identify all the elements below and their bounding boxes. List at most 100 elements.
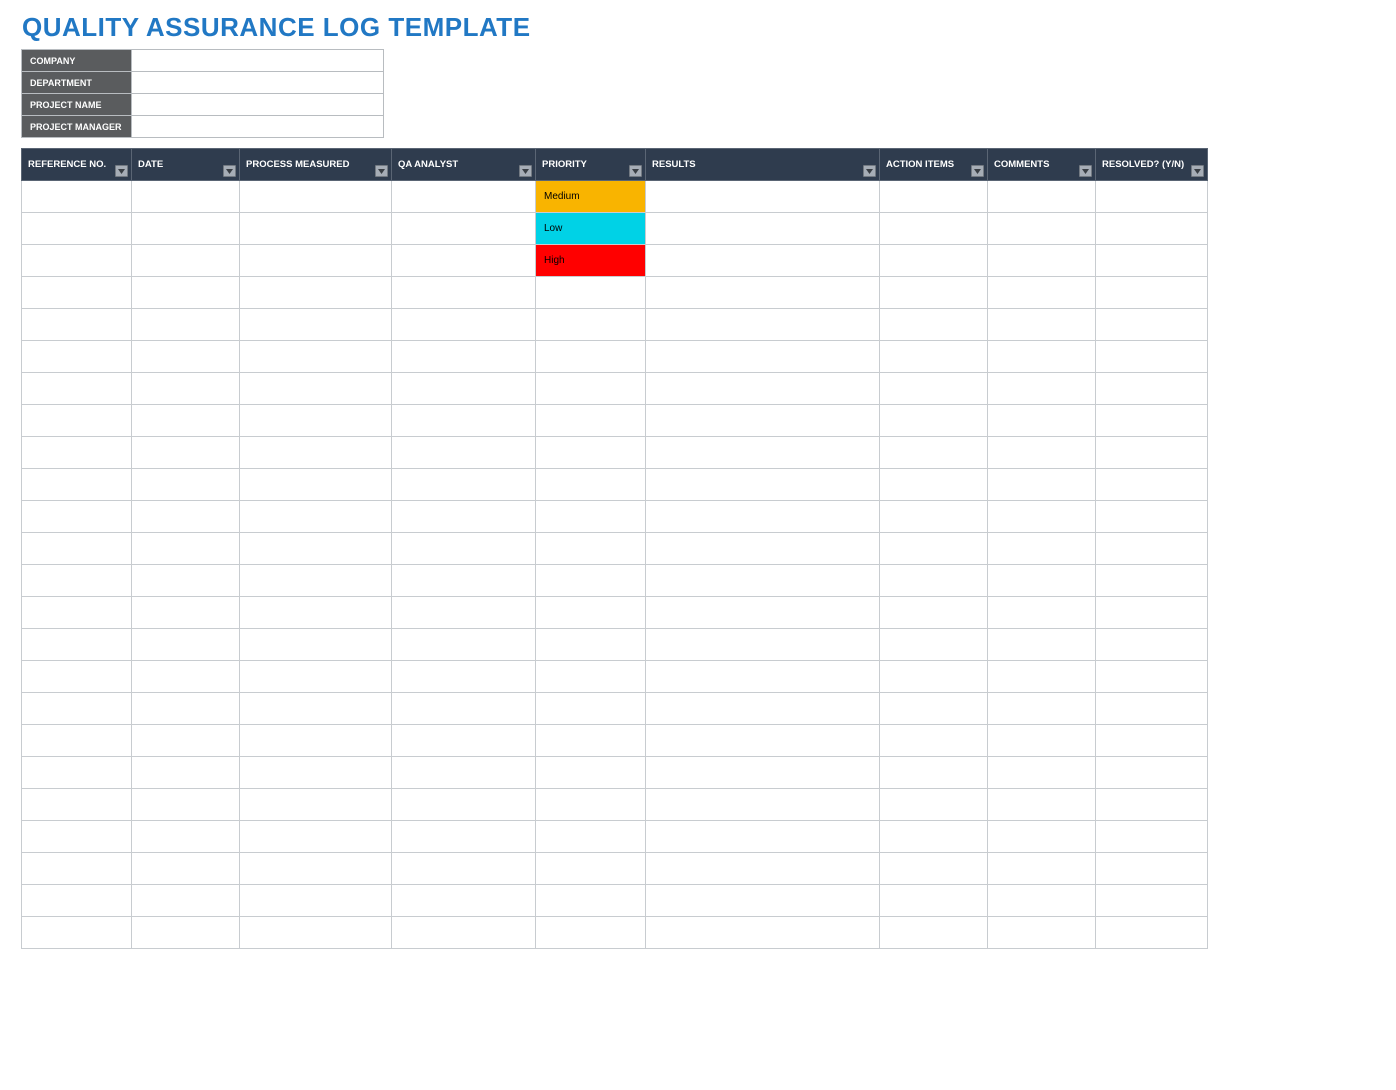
cell-process_measured[interactable] [240, 437, 392, 469]
cell-action_items[interactable] [880, 917, 988, 949]
cell-results[interactable] [646, 277, 880, 309]
cell-priority[interactable]: Low [536, 213, 646, 245]
cell-results[interactable] [646, 821, 880, 853]
filter-dropdown-icon[interactable] [629, 165, 642, 177]
cell-date[interactable] [132, 469, 240, 501]
cell-reference_no[interactable] [22, 725, 132, 757]
cell-action_items[interactable] [880, 853, 988, 885]
cell-date[interactable] [132, 245, 240, 277]
cell-resolved[interactable] [1096, 277, 1208, 309]
cell-process_measured[interactable] [240, 405, 392, 437]
cell-comments[interactable] [988, 309, 1096, 341]
filter-dropdown-icon[interactable] [863, 165, 876, 177]
cell-date[interactable] [132, 917, 240, 949]
cell-reference_no[interactable] [22, 597, 132, 629]
cell-reference_no[interactable] [22, 565, 132, 597]
cell-results[interactable] [646, 405, 880, 437]
column-header-results[interactable]: RESULTS [646, 149, 880, 181]
meta-value-project-name[interactable] [132, 94, 384, 116]
cell-resolved[interactable] [1096, 501, 1208, 533]
cell-qa_analyst[interactable] [392, 213, 536, 245]
cell-date[interactable] [132, 533, 240, 565]
cell-results[interactable] [646, 853, 880, 885]
column-header-process_measured[interactable]: PROCESS MEASURED [240, 149, 392, 181]
meta-value-project-manager[interactable] [132, 116, 384, 138]
cell-process_measured[interactable] [240, 757, 392, 789]
cell-comments[interactable] [988, 629, 1096, 661]
cell-process_measured[interactable] [240, 181, 392, 213]
cell-qa_analyst[interactable] [392, 821, 536, 853]
cell-priority[interactable] [536, 533, 646, 565]
cell-results[interactable] [646, 661, 880, 693]
cell-action_items[interactable] [880, 213, 988, 245]
cell-results[interactable] [646, 341, 880, 373]
cell-resolved[interactable] [1096, 821, 1208, 853]
cell-comments[interactable] [988, 597, 1096, 629]
cell-qa_analyst[interactable] [392, 853, 536, 885]
column-header-reference_no[interactable]: REFERENCE NO. [22, 149, 132, 181]
cell-results[interactable] [646, 725, 880, 757]
cell-reference_no[interactable] [22, 885, 132, 917]
cell-resolved[interactable] [1096, 597, 1208, 629]
cell-resolved[interactable] [1096, 213, 1208, 245]
cell-reference_no[interactable] [22, 821, 132, 853]
cell-priority[interactable] [536, 757, 646, 789]
cell-resolved[interactable] [1096, 565, 1208, 597]
cell-comments[interactable] [988, 341, 1096, 373]
cell-action_items[interactable] [880, 501, 988, 533]
cell-process_measured[interactable] [240, 725, 392, 757]
cell-reference_no[interactable] [22, 245, 132, 277]
cell-qa_analyst[interactable] [392, 629, 536, 661]
cell-process_measured[interactable] [240, 693, 392, 725]
cell-process_measured[interactable] [240, 213, 392, 245]
cell-priority[interactable] [536, 725, 646, 757]
cell-resolved[interactable] [1096, 725, 1208, 757]
cell-priority[interactable] [536, 437, 646, 469]
cell-qa_analyst[interactable] [392, 725, 536, 757]
cell-action_items[interactable] [880, 309, 988, 341]
cell-resolved[interactable] [1096, 437, 1208, 469]
cell-date[interactable] [132, 725, 240, 757]
cell-action_items[interactable] [880, 693, 988, 725]
cell-process_measured[interactable] [240, 661, 392, 693]
cell-comments[interactable] [988, 437, 1096, 469]
cell-action_items[interactable] [880, 341, 988, 373]
cell-date[interactable] [132, 277, 240, 309]
cell-process_measured[interactable] [240, 501, 392, 533]
filter-dropdown-icon[interactable] [971, 165, 984, 177]
cell-process_measured[interactable] [240, 917, 392, 949]
cell-results[interactable] [646, 757, 880, 789]
cell-date[interactable] [132, 789, 240, 821]
cell-resolved[interactable] [1096, 469, 1208, 501]
cell-resolved[interactable] [1096, 757, 1208, 789]
cell-action_items[interactable] [880, 245, 988, 277]
cell-qa_analyst[interactable] [392, 309, 536, 341]
cell-date[interactable] [132, 309, 240, 341]
cell-process_measured[interactable] [240, 597, 392, 629]
cell-reference_no[interactable] [22, 181, 132, 213]
cell-resolved[interactable] [1096, 917, 1208, 949]
cell-process_measured[interactable] [240, 277, 392, 309]
cell-reference_no[interactable] [22, 405, 132, 437]
cell-process_measured[interactable] [240, 373, 392, 405]
filter-dropdown-icon[interactable] [519, 165, 532, 177]
cell-results[interactable] [646, 309, 880, 341]
cell-comments[interactable] [988, 853, 1096, 885]
cell-priority[interactable] [536, 469, 646, 501]
cell-comments[interactable] [988, 693, 1096, 725]
cell-results[interactable] [646, 597, 880, 629]
cell-reference_no[interactable] [22, 277, 132, 309]
cell-priority[interactable] [536, 405, 646, 437]
cell-action_items[interactable] [880, 821, 988, 853]
cell-results[interactable] [646, 917, 880, 949]
cell-priority[interactable] [536, 501, 646, 533]
filter-dropdown-icon[interactable] [223, 165, 236, 177]
cell-action_items[interactable] [880, 789, 988, 821]
cell-resolved[interactable] [1096, 661, 1208, 693]
cell-results[interactable] [646, 181, 880, 213]
cell-qa_analyst[interactable] [392, 501, 536, 533]
cell-process_measured[interactable] [240, 341, 392, 373]
cell-action_items[interactable] [880, 661, 988, 693]
cell-action_items[interactable] [880, 277, 988, 309]
filter-dropdown-icon[interactable] [375, 165, 388, 177]
